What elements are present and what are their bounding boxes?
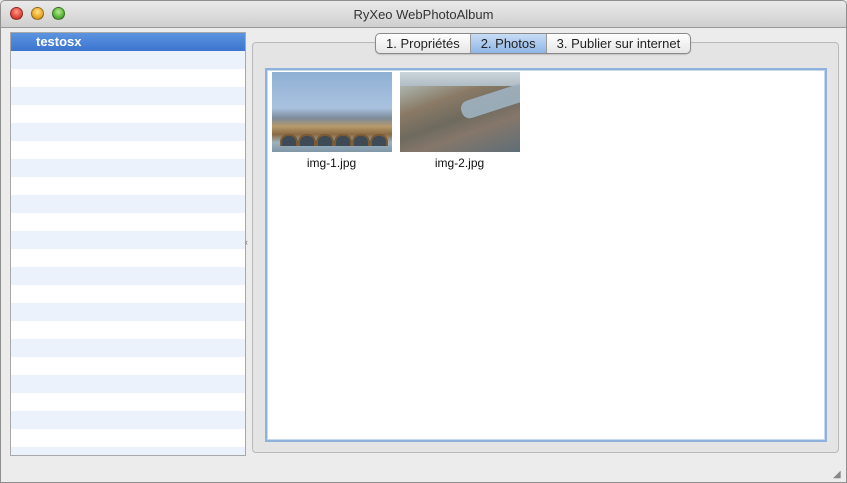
window-title: RyXeo WebPhotoAlbum <box>353 7 494 22</box>
tab-publish[interactable]: 3. Publier sur internet <box>547 34 691 53</box>
photo-item[interactable]: img-1.jpg <box>271 72 392 170</box>
tab-bar: 1. Propriétés 2. Photos 3. Publier sur i… <box>375 33 692 54</box>
photo-thumbnail[interactable] <box>399 72 520 152</box>
album-item-testosx[interactable]: testosx <box>11 33 245 51</box>
photo-thumbnail[interactable] <box>271 72 392 152</box>
photo-item[interactable]: img-2.jpg <box>399 72 520 170</box>
title-bar[interactable]: RyXeo WebPhotoAlbum <box>1 1 846 28</box>
tab-properties[interactable]: 1. Propriétés <box>376 34 471 53</box>
photo-filename: img-2.jpg <box>434 156 485 170</box>
album-list[interactable]: testosx <box>10 32 246 456</box>
split-view-divider-handle[interactable]: ‹ <box>245 237 251 247</box>
app-window: RyXeo WebPhotoAlbum testosx ‹ 1. Proprié… <box>0 0 847 483</box>
photo-grid[interactable]: img-1.jpg img-2.jpg <box>265 68 827 442</box>
photo-filename: img-1.jpg <box>306 156 357 170</box>
tab-photos[interactable]: 2. Photos <box>470 34 547 53</box>
resize-grip-icon[interactable]: ◢ <box>833 469 844 480</box>
